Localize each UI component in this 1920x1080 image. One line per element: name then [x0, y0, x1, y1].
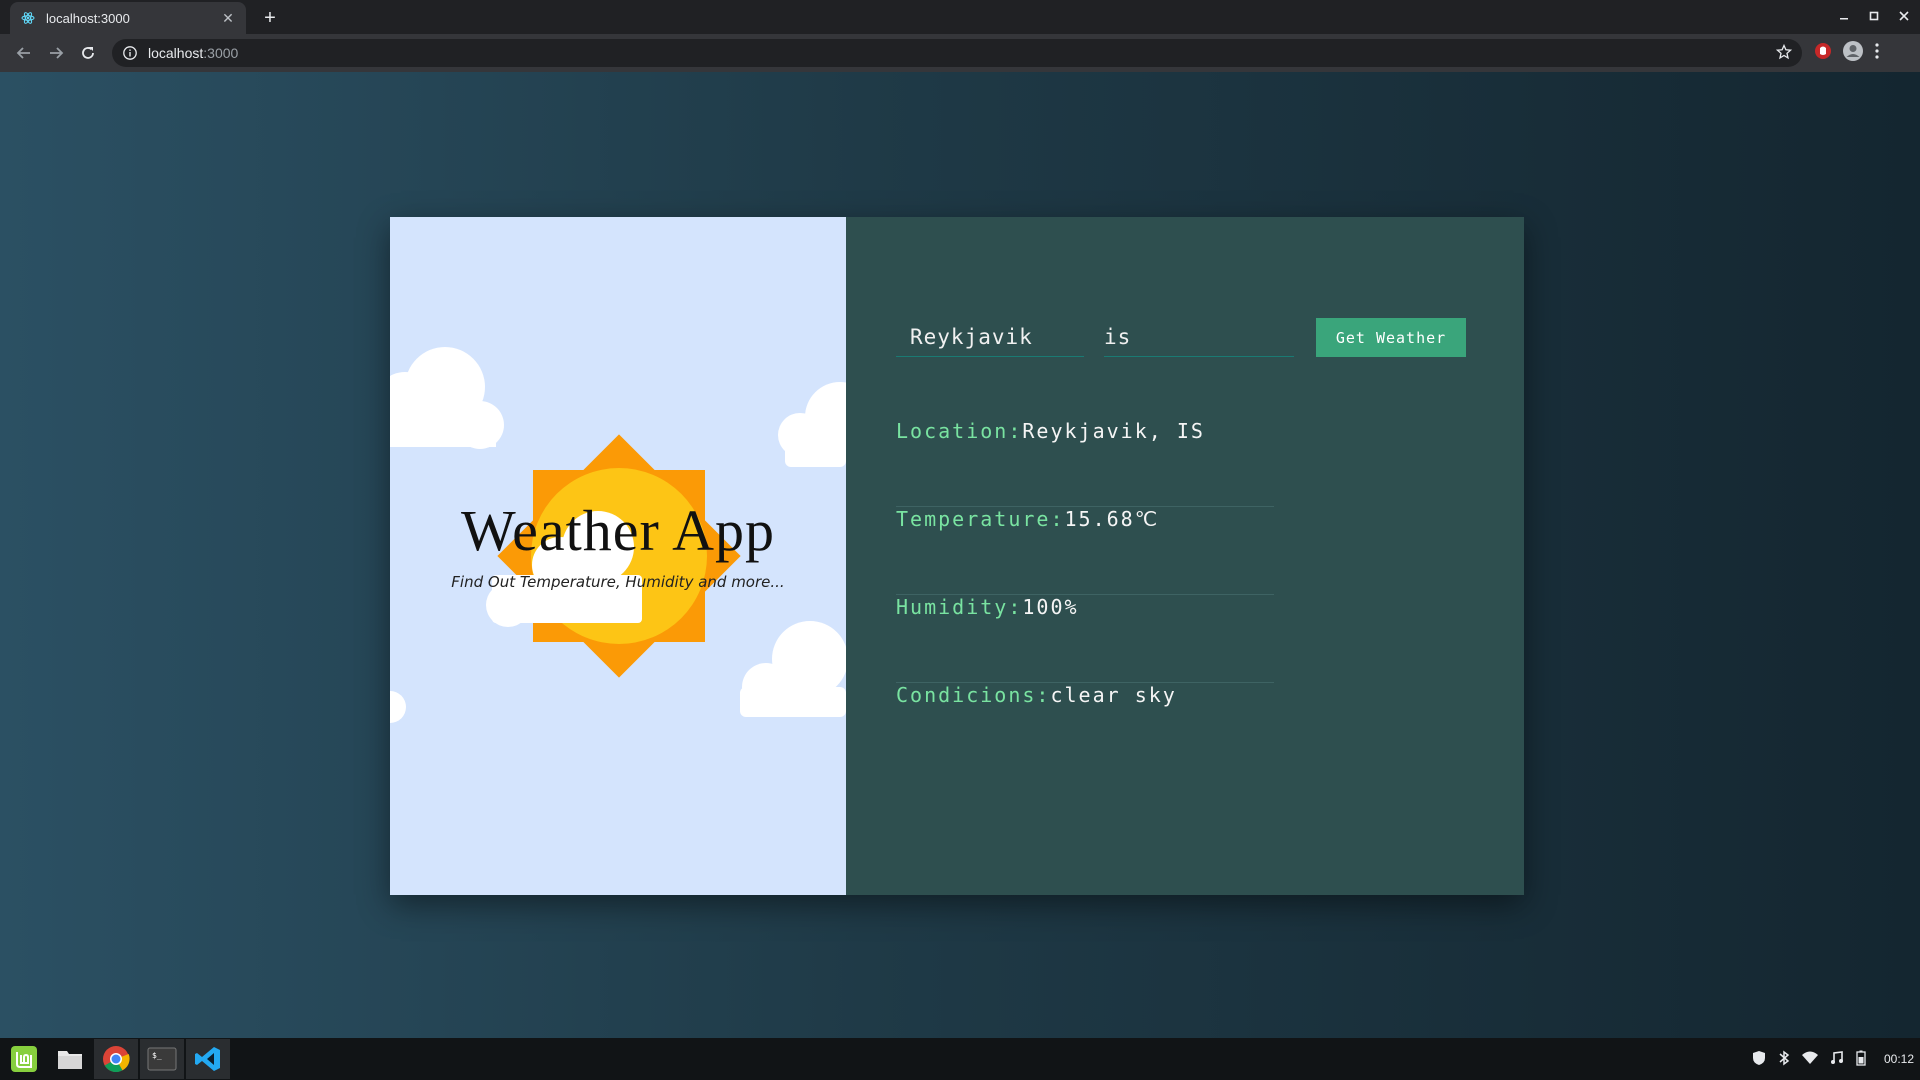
battery-icon[interactable] — [1856, 1050, 1866, 1069]
browser-toolbar: localhost:3000 — [0, 34, 1920, 72]
react-icon — [20, 10, 36, 26]
forward-arrow-icon[interactable] — [40, 37, 72, 69]
weather-card: Weather App Find Out Temperature, Humidi… — [390, 217, 1524, 895]
new-tab-button[interactable]: + — [256, 4, 284, 32]
menu-dots-icon[interactable] — [1874, 42, 1880, 65]
window-controls — [1836, 4, 1912, 28]
location-label: Location: — [896, 419, 1023, 443]
app-title: Weather App — [461, 498, 775, 563]
city-input[interactable] — [896, 317, 1084, 357]
profile-avatar-icon[interactable] — [1842, 40, 1864, 67]
close-window-icon[interactable] — [1896, 4, 1912, 28]
browser-tab[interactable]: localhost:3000 ✕ — [10, 2, 246, 34]
humidity-value: 100% — [1022, 595, 1079, 619]
files-folder-icon[interactable] — [48, 1039, 92, 1079]
tab-close-icon[interactable]: ✕ — [220, 10, 236, 26]
url-port: :3000 — [203, 45, 239, 61]
volume-music-icon[interactable] — [1830, 1050, 1844, 1068]
weather-panel: Get Weather Location:Reykjavik, IS Tempe… — [846, 217, 1524, 895]
url-text: localhost:3000 — [148, 45, 1776, 61]
temperature-value: 15.68℃ — [1064, 507, 1160, 531]
location-row: Location:Reykjavik, IS — [896, 419, 1274, 507]
conditions-label: Condicions: — [896, 683, 1051, 707]
bluetooth-icon[interactable] — [1778, 1050, 1790, 1069]
weather-form: Get Weather — [896, 317, 1466, 357]
clock[interactable]: 00:12 — [1884, 1052, 1914, 1066]
conditions-row: Condicions:clear sky — [896, 683, 1274, 771]
humidity-label: Humidity: — [896, 595, 1023, 619]
tab-title: localhost:3000 — [46, 10, 130, 26]
maximize-icon[interactable] — [1866, 4, 1882, 28]
temperature-row: Temperature:15.68℃ — [896, 507, 1274, 595]
info-icon[interactable] — [122, 45, 138, 61]
back-arrow-icon[interactable] — [8, 37, 40, 69]
extension-icon[interactable] — [1814, 42, 1832, 65]
vscode-icon[interactable] — [186, 1039, 230, 1079]
url-host: localhost — [148, 45, 204, 61]
browser-tab-strip: localhost:3000 ✕ + — [0, 0, 1920, 34]
svg-text:$_: $_ — [152, 1051, 162, 1060]
os-taskbar: $_ 00:12 — [0, 1038, 1920, 1080]
system-tray: 00:12 — [1752, 1038, 1914, 1080]
mint-menu-icon[interactable] — [2, 1039, 46, 1079]
terminal-icon[interactable]: $_ — [140, 1039, 184, 1079]
hero-panel: Weather App Find Out Temperature, Humidi… — [390, 217, 846, 895]
wifi-icon[interactable] — [1801, 1051, 1818, 1068]
temperature-label: Temperature: — [896, 507, 1065, 531]
chrome-icon[interactable] — [94, 1039, 138, 1079]
minimize-icon[interactable] — [1836, 4, 1852, 28]
get-weather-button[interactable]: Get Weather — [1316, 318, 1466, 357]
conditions-value: clear sky — [1050, 683, 1177, 707]
bookmark-star-icon[interactable] — [1775, 43, 1793, 63]
country-input[interactable] — [1104, 317, 1294, 357]
app-subtitle: Find Out Temperature, Humidity and more.… — [451, 573, 785, 591]
page-viewport: Weather App Find Out Temperature, Humidi… — [0, 72, 1920, 1038]
reload-icon[interactable] — [72, 37, 104, 69]
shield-icon[interactable] — [1752, 1050, 1766, 1069]
address-bar[interactable]: localhost:3000 — [112, 39, 1802, 67]
humidity-row: Humidity:100% — [896, 595, 1274, 683]
location-value: Reykjavik, IS — [1022, 419, 1205, 443]
